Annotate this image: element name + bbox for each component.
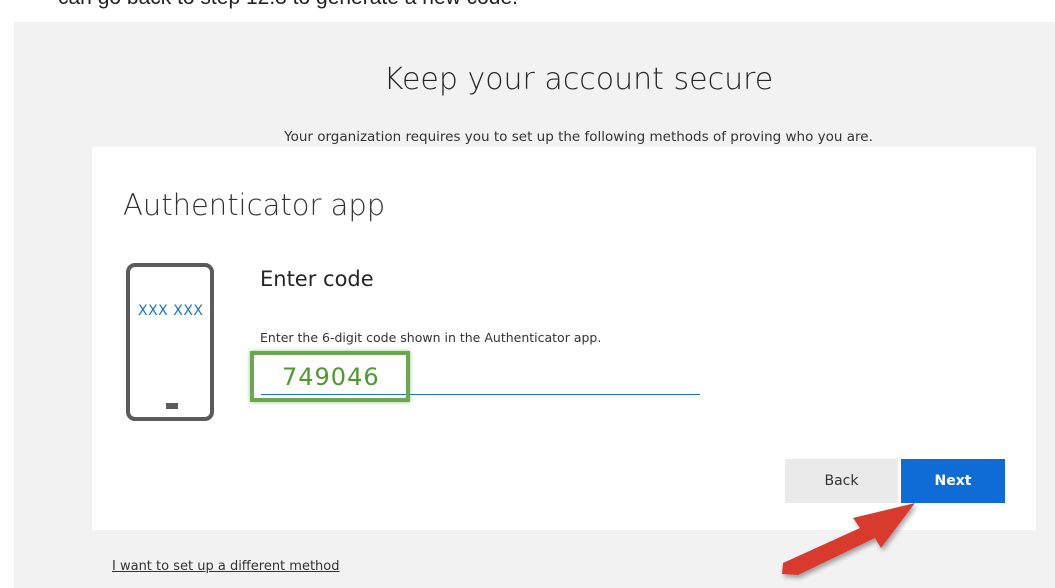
authenticator-card: Authenticator app XXX XXX Enter code Ent… [92,147,1036,530]
page-subtitle: Your organization requires you to set up… [284,129,873,145]
next-button[interactable]: Next [901,459,1005,503]
step-heading: Enter code [260,267,374,291]
step-description: Enter the 6-digit code shown in the Auth… [260,330,602,345]
phone-code-placeholder: XXX XXX [138,303,204,319]
phone-home-button [166,403,178,409]
page-title: Keep your account secure [383,62,774,97]
phone-icon: XXX XXX [126,263,214,421]
code-input[interactable] [250,351,410,402]
card-title: Authenticator app [123,188,386,222]
different-method-link[interactable]: I want to set up a different method [112,559,340,574]
instruction-text: can go back to step 12.3 to generate a n… [58,0,518,10]
back-button[interactable]: Back [785,459,898,503]
